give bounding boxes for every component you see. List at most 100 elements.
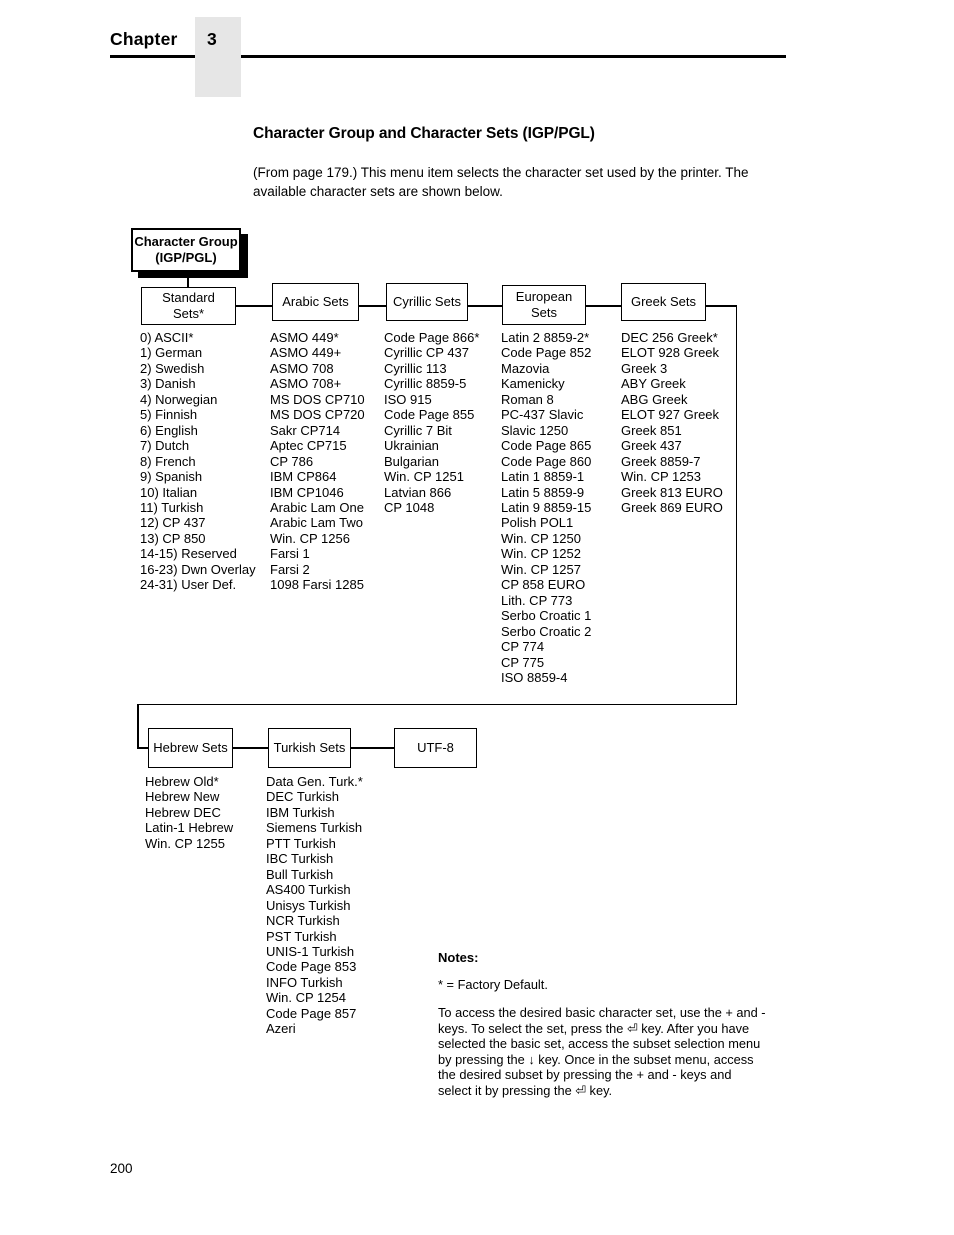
node-turkish-sets[interactable]: Turkish Sets: [268, 728, 351, 768]
connector-arabic-cyrillic: [359, 305, 386, 307]
set-list-item: ELOT 927 Greek: [621, 407, 720, 423]
set-list-item: Farsi 2: [270, 561, 310, 577]
set-list-item: ASMO 708+: [270, 376, 342, 392]
set-list-item: Win. CP 1253: [621, 469, 701, 485]
set-list-item: 1098 Farsi 1285: [270, 577, 364, 593]
notes-factory-default: * = Factory Default.: [438, 977, 548, 992]
set-list-item: ASMO 449+: [270, 345, 342, 361]
node-standard-sets-line2: Sets*: [172, 306, 205, 321]
node-greek-sets[interactable]: Greek Sets: [621, 283, 706, 321]
set-list-item: Bull Turkish: [266, 866, 334, 882]
set-list-item: 1) German: [140, 345, 203, 361]
set-list-item: Sakr CP714: [270, 422, 341, 438]
set-list-item: 12) CP 437: [140, 515, 206, 531]
set-list-item: 4) Norwegian: [140, 391, 218, 407]
connector-standard-arabic: [236, 305, 272, 307]
connector-wrap-vertical-left: [137, 703, 139, 749]
set-list-item: 6) English: [140, 422, 198, 438]
set-list-item: ISO 915: [384, 391, 432, 407]
set-list-item: Greek 3: [621, 360, 668, 376]
set-list-item: CP 775: [501, 654, 545, 670]
set-list-item: Siemens Turkish: [266, 820, 363, 836]
set-list-item: Win. CP 1254: [266, 990, 346, 1006]
node-arabic-sets[interactable]: Arabic Sets: [272, 283, 359, 321]
set-list-item: Code Page 860: [501, 453, 592, 469]
set-list-item: 24-31) User Def.: [140, 577, 237, 593]
set-list-standard: 0) ASCII* 1) German 2) Swedish 3) Danish 4) …: [140, 330, 256, 593]
set-list-item: DEC 256 Greek*: [621, 330, 718, 345]
node-european-sets[interactable]: European Sets: [502, 285, 586, 325]
set-list-item: Code Page 852: [501, 345, 592, 361]
set-list-item: Arabic Lam One: [270, 499, 364, 515]
set-list-item: IBM CP864: [270, 469, 337, 485]
set-list-item: Cyrillic CP 437: [384, 345, 470, 361]
set-list-item: Bulgarian: [384, 453, 439, 469]
set-list-item: Hebrew Old*: [145, 774, 219, 789]
set-list-turkish: Data Gen. Turk.* DEC Turkish IBM Turkish Si…: [266, 774, 363, 1037]
set-list-item: Hebrew DEC: [145, 804, 221, 820]
set-list-item: ASMO 449*: [270, 330, 339, 345]
set-list-item: Ukrainian: [384, 438, 439, 454]
set-list-item: 10) Italian: [140, 484, 198, 500]
set-list-item: INFO Turkish: [266, 974, 343, 990]
set-list-item: Greek 8859-7: [621, 453, 701, 469]
set-list-item: Slavic 1250: [501, 422, 569, 438]
set-list-item: PST Turkish: [266, 928, 337, 944]
set-list-item: Latin-1 Hebrew: [145, 820, 234, 836]
node-cyrillic-sets[interactable]: Cyrillic Sets: [386, 283, 468, 321]
node-turkish-sets-label: Turkish Sets: [273, 740, 346, 755]
set-list-item: Latvian 866: [384, 484, 452, 500]
set-list-item: Latin 1 8859-1: [501, 469, 585, 485]
set-list-item: 9) Spanish: [140, 469, 203, 485]
set-list-item: CP 786: [270, 453, 314, 469]
set-list-item: Code Page 855: [384, 407, 475, 423]
connector-wrap-vertical-right: [735, 305, 737, 705]
set-list-item: Kamenicky: [501, 376, 565, 392]
set-list-item: 11) Turkish: [140, 499, 204, 515]
set-list-item: ABY Greek: [621, 376, 686, 392]
page-number: 200: [110, 1161, 133, 1176]
node-character-group[interactable]: Character Group (IGP/PGL): [131, 228, 241, 272]
set-list-item: CP 774: [501, 639, 545, 655]
set-list-item: Cyrillic 7 Bit: [384, 422, 452, 438]
set-list-cyrillic: Code Page 866* Cyrillic CP 437 Cyrillic 11…: [384, 330, 479, 515]
set-list-item: PC-437 Slavic: [501, 407, 584, 423]
set-list-item: Aptec CP715: [270, 438, 347, 454]
set-list-item: CP 1048: [384, 499, 435, 515]
set-list-item: ASMO 708: [270, 360, 334, 376]
node-hebrew-sets[interactable]: Hebrew Sets: [148, 728, 233, 768]
set-list-item: Serbo Croatic 2: [501, 623, 592, 639]
notes-section: Notes: * = Factory Default. To access th…: [438, 950, 768, 1099]
connector-turkish-utf8: [351, 747, 394, 749]
set-list-item: MS DOS CP720: [270, 407, 365, 423]
set-list-item: Cyrillic 8859-5: [384, 376, 467, 392]
set-list-item: 7) Dutch: [140, 438, 190, 454]
node-standard-sets[interactable]: Standard Sets*: [141, 287, 236, 325]
node-utf8[interactable]: UTF-8: [394, 728, 477, 768]
connector-cyrillic-european: [468, 305, 502, 307]
notes-body: To access the desired basic character se…: [438, 1005, 766, 1098]
set-list-item: 8) French: [140, 453, 196, 469]
connector-wrap-horizontal-bottom: [137, 703, 736, 705]
set-list-item: Azeri: [266, 1021, 296, 1037]
set-list-item: Win. CP 1256: [270, 530, 350, 546]
node-arabic-sets-label: Arabic Sets: [282, 294, 349, 309]
set-list-item: Win. CP 1252: [501, 546, 581, 562]
node-greek-sets-label: Greek Sets: [630, 294, 697, 309]
set-list-item: Greek 813 EURO: [621, 484, 723, 500]
set-list-item: 14-15) Reserved: [140, 546, 237, 562]
set-list-item: Hebrew New: [145, 789, 220, 805]
set-list-item: Latin 9 8859-15: [501, 499, 592, 515]
set-list-item: ABG Greek: [621, 391, 688, 407]
set-list-item: Data Gen. Turk.*: [266, 774, 363, 789]
node-cyrillic-sets-label: Cyrillic Sets: [393, 294, 461, 309]
node-european-sets-line2: Sets: [530, 305, 557, 320]
connector-greek-to-wrap: [706, 305, 737, 307]
notes-heading: Notes:: [438, 950, 479, 965]
set-list-item: Win. CP 1257: [501, 561, 581, 577]
set-list-item: Latin 2 8859-2*: [501, 330, 590, 345]
set-list-item: DEC Turkish: [266, 789, 339, 805]
set-list-item: Greek 437: [621, 438, 682, 454]
set-list-item: Code Page 853: [266, 959, 357, 975]
set-list-item: Unisys Turkish: [266, 897, 351, 913]
